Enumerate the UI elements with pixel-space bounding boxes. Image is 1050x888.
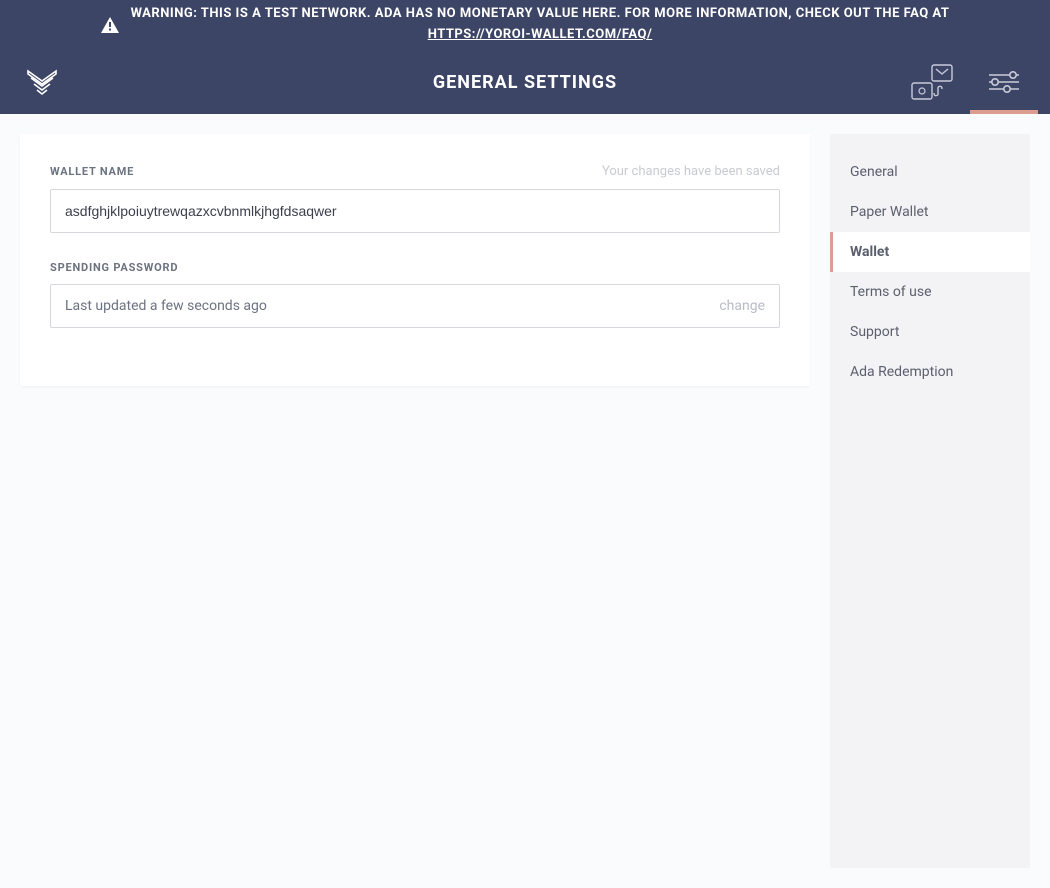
- nav-item-label: Wallet: [850, 244, 889, 260]
- yoroi-logo-icon[interactable]: [24, 64, 60, 100]
- wallet-name-input-wrap[interactable]: [50, 189, 780, 233]
- spending-password-updated-text: Last updated a few seconds ago: [65, 298, 719, 314]
- spending-password-field-group: SPENDING PASSWORD Last updated a few sec…: [50, 261, 780, 328]
- nav-item-general[interactable]: General: [830, 152, 1030, 192]
- wallet-name-label: WALLET NAME: [50, 165, 134, 178]
- page-title: GENERAL SETTINGS: [433, 72, 617, 93]
- test-network-warning-banner: WARNING: THIS IS A TEST NETWORK. ADA HAS…: [0, 0, 1050, 50]
- warning-faq-link[interactable]: HTTPS://YOROI-WALLET.COM/FAQ/: [428, 25, 653, 46]
- warning-triangle-icon: [101, 17, 119, 33]
- settings-icon[interactable]: [982, 62, 1026, 102]
- nav-item-paper-wallet[interactable]: Paper Wallet: [830, 192, 1030, 232]
- nav-item-label: Ada Redemption: [850, 364, 953, 380]
- nav-item-label: Support: [850, 324, 899, 340]
- nav-item-label: Terms of use: [850, 284, 932, 300]
- wallet-name-field-group: WALLET NAME Your changes have been saved: [50, 164, 780, 233]
- spending-password-label: SPENDING PASSWORD: [50, 261, 178, 274]
- main-content: WALLET NAME Your changes have been saved…: [0, 114, 1050, 888]
- nav-item-wallet[interactable]: Wallet: [830, 232, 1030, 272]
- settings-sidebar: General Paper Wallet Wallet Terms of use…: [830, 134, 1030, 868]
- nav-item-terms-of-use[interactable]: Terms of use: [830, 272, 1030, 312]
- wallet-name-saved-status: Your changes have been saved: [602, 164, 780, 179]
- wallet-name-input[interactable]: [65, 203, 765, 219]
- wallet-settings-panel: WALLET NAME Your changes have been saved…: [20, 134, 810, 386]
- wallets-icon[interactable]: [910, 62, 954, 102]
- spending-password-row: Last updated a few seconds ago change: [50, 284, 780, 328]
- nav-item-label: Paper Wallet: [850, 204, 929, 220]
- warning-text: WARNING: THIS IS A TEST NETWORK. ADA HAS…: [131, 6, 950, 21]
- nav-item-support[interactable]: Support: [830, 312, 1030, 352]
- app-header: GENERAL SETTINGS: [0, 50, 1050, 114]
- header-actions: [910, 62, 1026, 102]
- nav-item-ada-redemption[interactable]: Ada Redemption: [830, 352, 1030, 392]
- change-password-link[interactable]: change: [719, 298, 765, 314]
- nav-item-label: General: [850, 164, 898, 180]
